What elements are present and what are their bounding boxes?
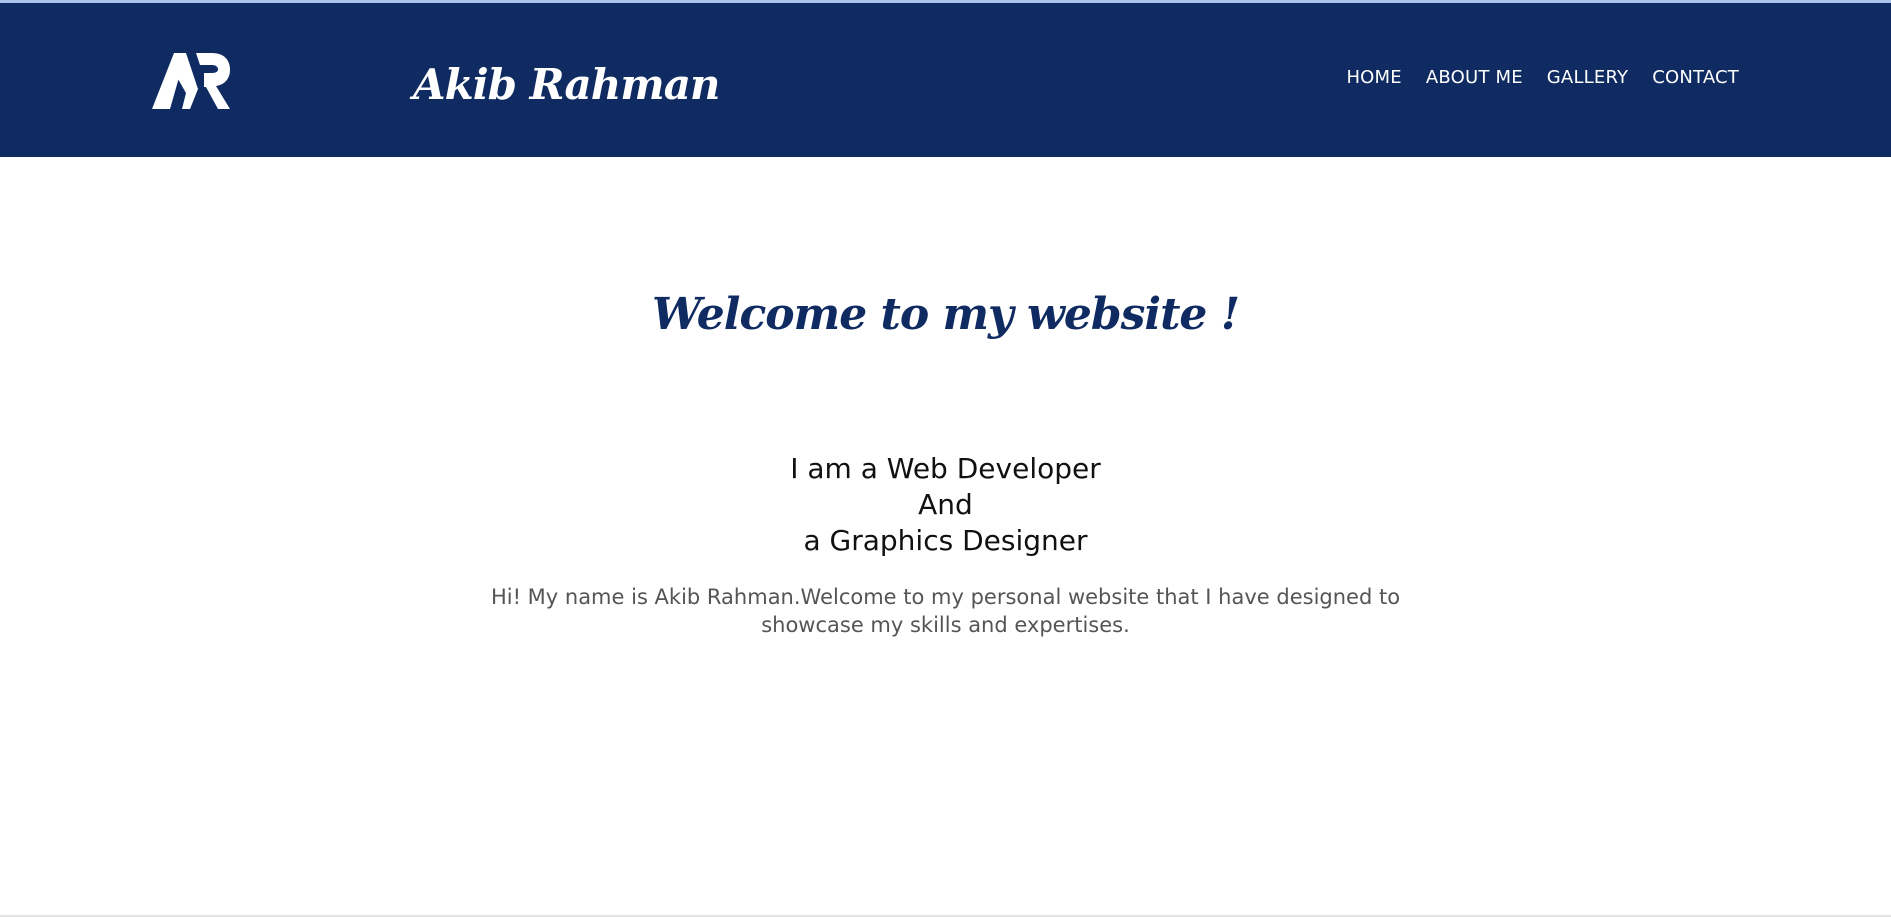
ar-logo-icon[interactable] — [152, 53, 230, 109]
intro-paragraph: Hi! My name is Akib Rahman.Welcome to my… — [490, 585, 1401, 637]
nav-link-home[interactable]: HOME — [1346, 66, 1401, 90]
main-navigation: HOME ABOUT ME GALLERY CONTACT — [1346, 66, 1739, 90]
role-line-and: And — [918, 488, 973, 521]
role-line-web-developer: I am a Web Developer — [790, 452, 1101, 485]
brand-name[interactable]: Akib Rahman — [413, 55, 720, 115]
site-header: Akib Rahman HOME ABOUT ME GALLERY CONTAC… — [0, 3, 1891, 157]
role-line-graphics-designer: a Graphics Designer — [803, 524, 1088, 557]
nav-link-contact[interactable]: CONTACT — [1652, 66, 1739, 90]
roles-heading: I am a Web Developer And a Graphics Desi… — [0, 451, 1891, 559]
welcome-heading: Welcome to my website ! — [651, 289, 1240, 340]
nav-link-gallery[interactable]: GALLERY — [1547, 66, 1628, 90]
nav-link-about-me[interactable]: ABOUT ME — [1426, 66, 1523, 90]
